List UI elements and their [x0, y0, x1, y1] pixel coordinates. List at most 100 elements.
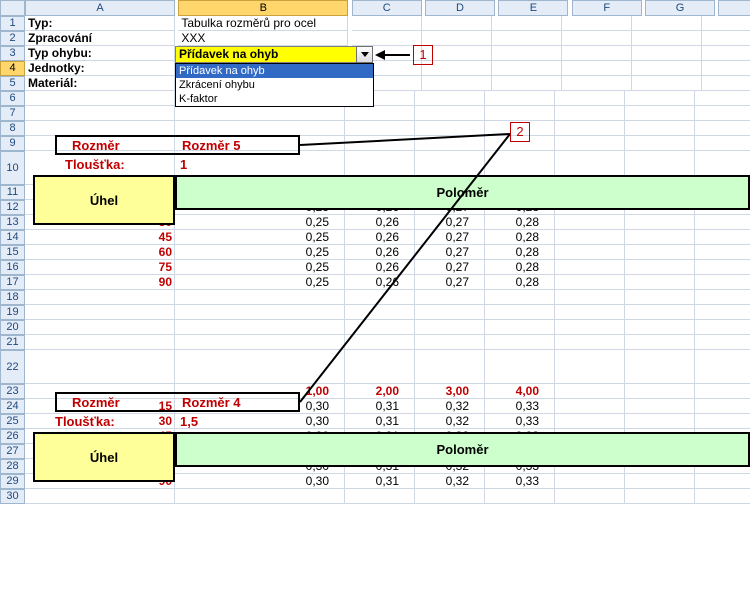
- row-header-30[interactable]: 30: [0, 489, 25, 504]
- section1-data-cell[interactable]: 0,28: [475, 275, 539, 289]
- dropdown-selected-text: Přídavek na ohyb: [179, 47, 278, 61]
- section1-data-cell[interactable]: 0,25: [265, 215, 329, 229]
- section1-data-cell[interactable]: 0,27: [405, 215, 469, 229]
- section1-data-cell[interactable]: 0,28: [475, 245, 539, 259]
- row-header-28[interactable]: 28: [0, 459, 25, 474]
- section2-data-cell[interactable]: 0,31: [335, 474, 399, 488]
- section1-row-head[interactable]: 60: [108, 245, 172, 259]
- dropdown-item[interactable]: K-faktor: [176, 92, 373, 106]
- section2-data-cell[interactable]: 0,33: [475, 399, 539, 413]
- row-header-13[interactable]: 13: [0, 215, 25, 230]
- row-header-25[interactable]: 25: [0, 414, 25, 429]
- section1-data-cell[interactable]: 0,27: [405, 245, 469, 259]
- dropdown-selected[interactable]: Přídavek na ohyb: [175, 46, 357, 63]
- value-typ[interactable]: Tabulka rozměrů pro ocel: [178, 16, 348, 31]
- value-zprac[interactable]: XXX: [178, 31, 348, 46]
- row-header-8[interactable]: 8: [0, 121, 25, 136]
- row-header-17[interactable]: 17: [0, 275, 25, 290]
- section2-data-cell[interactable]: 0,32: [405, 474, 469, 488]
- label-material: Materiál:: [25, 76, 175, 91]
- row-header-1[interactable]: 1: [0, 16, 25, 31]
- label-zprac: Zpracování: [25, 31, 175, 46]
- section1-rozmer-box: Rozměr Rozměr 5: [55, 135, 300, 155]
- row-header-23[interactable]: 23: [0, 384, 25, 399]
- section2-data-cell[interactable]: 0,33: [475, 474, 539, 488]
- row-header-7[interactable]: 7: [0, 106, 25, 121]
- annotation-2: 2: [510, 122, 530, 142]
- section1-data-cell[interactable]: 0,25: [265, 275, 329, 289]
- section1-data-cell[interactable]: 0,28: [475, 260, 539, 274]
- section2-rozmer-value: Rozměr 4: [182, 395, 241, 410]
- section1-data-cell[interactable]: 0,26: [335, 275, 399, 289]
- label-typ: Typ:: [25, 16, 175, 31]
- section2-col-head[interactable]: 3,00: [405, 384, 469, 398]
- row-header-4[interactable]: 4: [0, 61, 25, 76]
- section1-data-cell[interactable]: 0,27: [405, 260, 469, 274]
- row-header-5[interactable]: 5: [0, 76, 25, 91]
- section1-row-head[interactable]: 75: [108, 260, 172, 274]
- section1-rozmer-label: Rozměr: [72, 138, 120, 153]
- dropdown-button[interactable]: [356, 46, 373, 63]
- col-header-d[interactable]: D: [425, 0, 495, 16]
- row-header-20[interactable]: 20: [0, 320, 25, 335]
- section2-col-head[interactable]: 2,00: [335, 384, 399, 398]
- section1-data-cell[interactable]: 0,27: [405, 275, 469, 289]
- row-header-14[interactable]: 14: [0, 230, 25, 245]
- dropdown-item[interactable]: Přídavek na ohyb: [176, 64, 373, 78]
- row-header-19[interactable]: 19: [0, 305, 25, 320]
- section2-tloustka-value: 1,5: [180, 414, 198, 429]
- row-header-26[interactable]: 26: [0, 429, 25, 444]
- row-header-24[interactable]: 24: [0, 399, 25, 414]
- row-header-10[interactable]: 10: [0, 151, 25, 185]
- row-header-27[interactable]: 27: [0, 444, 25, 459]
- row-header-29[interactable]: 29: [0, 474, 25, 489]
- row-header-21[interactable]: 21: [0, 335, 25, 350]
- col-header-e[interactable]: E: [498, 0, 568, 16]
- section1-data-cell[interactable]: 0,26: [335, 230, 399, 244]
- section2-data-cell[interactable]: 0,32: [405, 414, 469, 428]
- row-header-12[interactable]: 12: [0, 200, 25, 215]
- row-header-22[interactable]: 22: [0, 350, 25, 384]
- section1-data-cell[interactable]: 0,26: [335, 245, 399, 259]
- section1-data-cell[interactable]: 0,26: [335, 215, 399, 229]
- section2-data-cell[interactable]: 0,31: [335, 414, 399, 428]
- section1-data-cell[interactable]: 0,25: [265, 230, 329, 244]
- section1-data-cell[interactable]: 0,27: [405, 230, 469, 244]
- section2-col-head[interactable]: 4,00: [475, 384, 539, 398]
- row-header-16[interactable]: 16: [0, 260, 25, 275]
- section1-data-cell[interactable]: 0,28: [475, 215, 539, 229]
- section1-data-cell[interactable]: 0,25: [265, 245, 329, 259]
- section2-uhel-label: Úhel: [90, 450, 118, 465]
- row-header-11[interactable]: 11: [0, 185, 25, 200]
- dropdown-item[interactable]: Zkrácení ohybu: [176, 78, 373, 92]
- col-header-f[interactable]: F: [572, 0, 642, 16]
- col-header-a[interactable]: A: [25, 0, 175, 16]
- section1-data-cell[interactable]: 0,26: [335, 260, 399, 274]
- section2-tloustka-label: Tloušťka:: [55, 414, 115, 429]
- col-header-b[interactable]: B: [178, 0, 348, 16]
- section2-data-cell[interactable]: 0,33: [475, 414, 539, 428]
- section1-row-head[interactable]: 45: [108, 230, 172, 244]
- section2-data-cell[interactable]: 0,30: [265, 414, 329, 428]
- row-header-6[interactable]: 6: [0, 91, 25, 106]
- row-header-2[interactable]: 2: [0, 31, 25, 46]
- label-typohybu: Typ ohybu:: [25, 46, 175, 61]
- row-headers: 1234567891011121314151617181920212223242…: [0, 0, 25, 504]
- section1-data-cell[interactable]: 0,25: [265, 260, 329, 274]
- section2-data-cell[interactable]: 0,32: [405, 399, 469, 413]
- col-header-h[interactable]: H: [718, 0, 750, 16]
- row-header-3[interactable]: 3: [0, 46, 25, 61]
- section1-data-cell[interactable]: 0,28: [475, 230, 539, 244]
- section2-row-head[interactable]: 30: [108, 414, 172, 428]
- row-header-18[interactable]: 18: [0, 290, 25, 305]
- row-header-15[interactable]: 15: [0, 245, 25, 260]
- section2-data-cell[interactable]: 0,31: [335, 399, 399, 413]
- section2-data-cell[interactable]: 0,30: [265, 474, 329, 488]
- row-header-9[interactable]: 9: [0, 136, 25, 151]
- section1-row-head[interactable]: 90: [108, 275, 172, 289]
- col-header-c[interactable]: C: [352, 0, 422, 16]
- section1-polomer-label: Poloměr: [436, 185, 488, 200]
- section1-rozmer-value: Rozměr 5: [182, 138, 241, 153]
- section1-uhel-box: Úhel: [33, 175, 175, 225]
- col-header-g[interactable]: G: [645, 0, 715, 16]
